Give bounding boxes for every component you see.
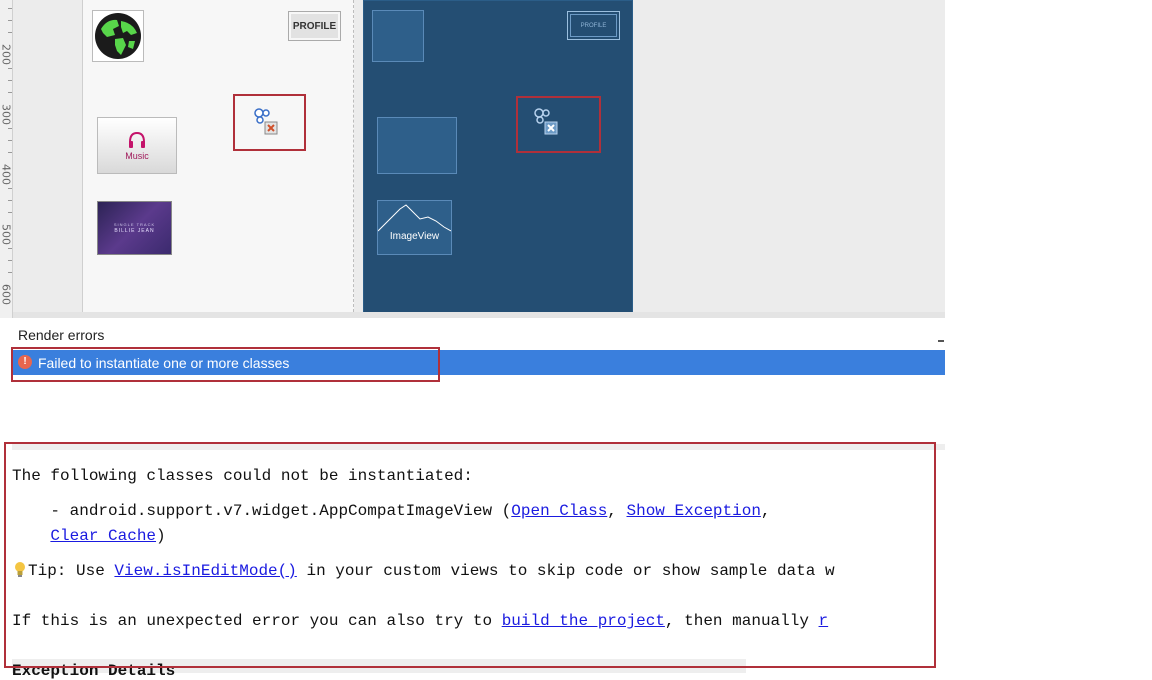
album-subtitle: SINGLE TRACK [113,222,156,227]
globe-image[interactable] [92,10,144,62]
ruler-label: 500 [0,224,13,245]
ruler-label: 300 [0,104,13,125]
album-title: BILLIE JEAN [114,228,155,234]
blueprint-broken-view-icon[interactable] [532,106,562,136]
headphones-icon [129,131,145,148]
imageview-label: ImageView [389,231,440,242]
render-errors-title: Render errors [18,327,105,343]
profile-button[interactable]: PROFILE [288,11,341,41]
album-cover-image[interactable]: SINGLE TRACK BILLIE JEAN [97,201,172,255]
blueprint-globe-placeholder[interactable] [372,10,424,62]
globe-icon [95,13,141,59]
highlight-box-details [4,442,936,668]
broken-view-icon[interactable] [252,106,282,136]
ruler-label: 400 [0,164,13,185]
blueprint-profile-button[interactable]: PROFILE [567,11,620,40]
ruler-label: 200 [0,44,13,65]
blueprint-music-placeholder[interactable] [377,117,457,174]
blueprint-imageview[interactable]: ImageView [377,200,452,255]
outside-area [945,0,1152,673]
highlight-box-error [11,347,440,382]
panel-options-handle[interactable] [938,340,944,342]
music-label: Music [125,151,149,161]
render-errors-header: Render errors [12,318,945,350]
music-image[interactable]: Music [97,117,177,174]
vertical-ruler: 200 300 400 500 600 [0,0,13,318]
ruler-label: 600 [0,284,13,305]
